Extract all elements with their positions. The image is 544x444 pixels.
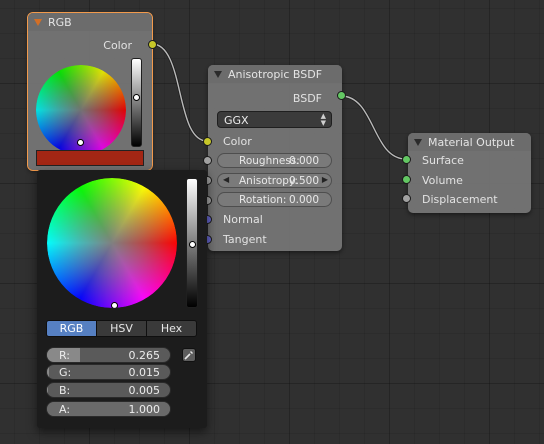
blue-label: B: [59,384,71,397]
volume-label: Volume [422,174,463,187]
rgb-output-label: Color [103,39,132,52]
output-node-title: Material Output [428,136,515,149]
rotation-label: Rotation: [239,194,287,206]
anisotropy-field[interactable]: ◀ Anisotropy: 0.500 ▶ [217,173,332,188]
normal-label: Normal [223,213,263,226]
roughness-input-socket[interactable] [203,156,212,165]
blue-channel-fill [47,383,48,397]
output-node-header[interactable]: Material Output [408,133,531,151]
color-mode-tabs[interactable]: RGB HSV Hex [46,320,197,337]
updown-arrows-icon: ▲ ▼ [320,112,326,127]
green-label: G: [59,366,72,379]
picker-value-knob[interactable] [189,241,196,248]
rgb-node-header[interactable]: RGB [28,13,152,31]
rgb-color-swatch[interactable] [36,150,144,166]
rgb-node-color-wheel[interactable] [36,65,126,155]
eyedropper-icon [184,351,193,360]
tab-hsv[interactable]: HSV [97,321,147,336]
material-output-node[interactable]: Material Output Surface Volume Displacem… [408,133,531,213]
decrement-arrow-icon[interactable]: ◀ [223,175,229,184]
aniso-node-title: Anisotropic BSDF [228,68,323,81]
aniso-color-input-socket[interactable] [203,137,212,146]
increment-arrow-icon[interactable]: ▶ [322,175,328,184]
surface-label: Surface [422,154,464,167]
green-channel-field[interactable]: G: 0.015 [46,364,171,380]
rgb-node-value-slider[interactable] [131,58,142,147]
rotation-field[interactable]: Rotation: 0.000 [217,192,332,207]
bsdf-output-label: BSDF [292,92,322,105]
alpha-channel-field[interactable]: A: 1.000 [46,401,171,417]
rotation-value: 0.000 [288,194,319,206]
rgb-wheel-cursor[interactable] [77,139,84,146]
red-label: R: [59,349,71,362]
aniso-node-header[interactable]: Anisotropic BSDF [208,65,342,83]
eyedropper-button[interactable] [182,348,196,362]
alpha-value: 1.000 [128,403,161,416]
red-channel-field[interactable]: R: 0.265 [46,347,171,363]
green-value: 0.015 [128,366,161,379]
picker-wheel-cursor[interactable] [111,302,118,308]
blue-channel-field[interactable]: B: 0.005 [46,382,171,398]
picker-color-wheel[interactable] [47,178,177,308]
alpha-label: A: [59,403,71,416]
distribution-value: GGX [224,114,249,127]
rgb-node-title: RGB [48,16,72,29]
color-picker-popup[interactable]: RGB HSV Hex R: 0.265 G: 0.015 B: 0.005 A… [37,170,207,428]
aniso-color-label: Color [223,135,252,148]
collapse-triangle-icon[interactable] [214,71,222,78]
tab-rgb[interactable]: RGB [47,321,97,336]
rgb-color-output-socket[interactable] [148,40,157,49]
rgb-node-value-knob[interactable] [133,94,140,101]
tab-hex[interactable]: Hex [147,321,196,336]
anisotropic-bsdf-node[interactable]: Anisotropic BSDF BSDF GGX ▲ ▼ Color Rough… [208,65,342,251]
red-value: 0.265 [128,349,161,362]
roughness-field[interactable]: Roughness: 0.000 [217,153,332,168]
green-channel-fill [47,365,49,379]
surface-input-socket[interactable] [402,155,411,164]
collapse-triangle-icon[interactable] [414,139,422,146]
collapse-triangle-icon[interactable] [34,19,42,26]
rgb-node[interactable]: RGB Color [27,12,153,171]
volume-input-socket[interactable] [402,175,411,184]
roughness-value: 0.000 [288,155,319,167]
anisotropy-value: 0.500 [288,175,319,187]
picker-value-slider[interactable] [186,178,198,308]
tangent-label: Tangent [223,233,267,246]
displacement-label: Displacement [422,193,498,206]
distribution-dropdown[interactable]: GGX ▲ ▼ [217,111,332,128]
displacement-input-socket[interactable] [402,194,411,203]
blue-value: 0.005 [128,384,161,397]
bsdf-output-socket[interactable] [337,91,346,100]
